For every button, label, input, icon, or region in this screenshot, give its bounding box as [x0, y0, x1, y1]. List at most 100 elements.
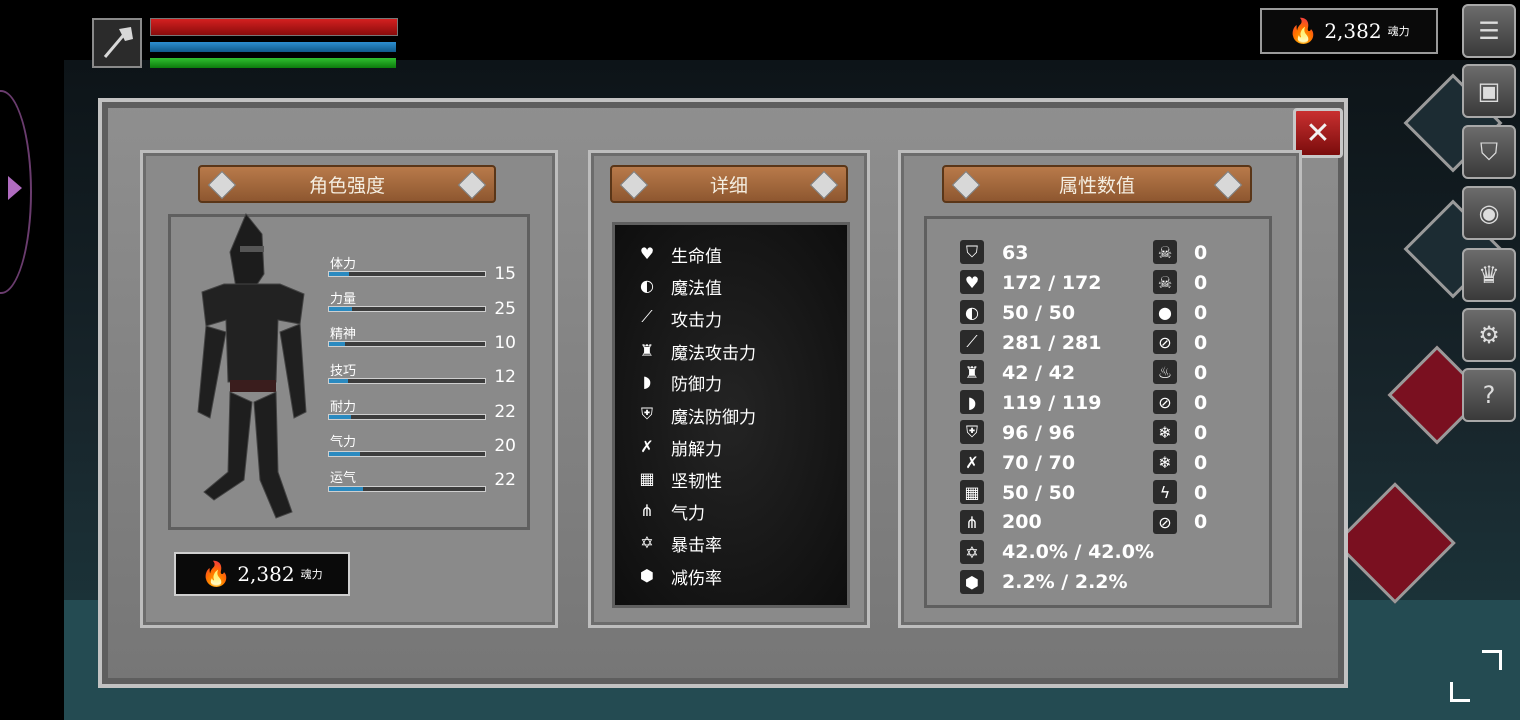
stat-bar-spirit [328, 341, 486, 347]
detail-label-toughness: 坚韧性 [671, 472, 722, 492]
help-icon: ? [1482, 381, 1496, 409]
res-value-bleed: 0 [1194, 302, 1208, 324]
detail-label-defense: 防御力 [671, 375, 722, 395]
res-value-poison-resist: 0 [1194, 272, 1208, 294]
attr-value-crit: 42.0% / 42.0% [1002, 541, 1154, 563]
heart-icon: ♥ [960, 270, 984, 294]
res-value-fire-resist: 0 [1194, 392, 1208, 414]
stat-value-endurance: 22 [494, 402, 516, 422]
detail-label-magic-attack: 魔法攻击力 [671, 344, 756, 364]
detail-label-mp: 魔法值 [671, 279, 722, 299]
panel-currency-value: 2,382 [237, 562, 295, 586]
crown-icon: ♛ [1478, 261, 1500, 289]
stat-bar-strength [328, 306, 486, 312]
lungs-icon: ⋔ [960, 510, 984, 534]
damage-reduction-icon: ⬢ [640, 565, 654, 585]
magic-castle-icon: ♜ [960, 360, 984, 384]
detail-label-break: 崩解力 [671, 440, 722, 460]
bleed-resist-icon: ⊘ [1153, 330, 1177, 354]
helm-icon: ▦ [639, 468, 655, 488]
attr-value-attack: 281 / 281 [1002, 332, 1102, 354]
crit-star-icon: ✡ [640, 532, 654, 552]
emblem-button[interactable]: ◉ [1462, 186, 1516, 240]
soul-currency-display: 🔥 2,382 魂力 [1260, 8, 1438, 54]
res-value-bleed-resist: 0 [1194, 332, 1208, 354]
crit-star-icon: ✡ [960, 540, 984, 564]
lungs-icon: ⋔ [640, 500, 654, 520]
stat-label-luck: 运气 [330, 471, 357, 486]
close-icon: ✕ [1305, 115, 1331, 151]
poison-skull-icon: ☠ [1153, 240, 1177, 264]
lightning-resist-icon: ⊘ [1153, 510, 1177, 534]
emblem-icon: ◉ [1478, 199, 1500, 227]
weapon-slot[interactable] [92, 18, 142, 68]
menu-button[interactable]: ☰ [1462, 4, 1516, 58]
attr-value-energy: 200 [1002, 511, 1042, 533]
ranking-button[interactable]: ♛ [1462, 248, 1516, 302]
corner-top-right-icon [1482, 650, 1502, 670]
character-icon: ▣ [1477, 77, 1501, 105]
armor-icon: ⛉ [960, 240, 984, 264]
panel-currency-unit: 魂力 [300, 568, 323, 581]
stat-value-skill: 12 [494, 367, 516, 387]
currency-value: 2,382 [1324, 19, 1382, 43]
flame-icon: 🔥 [1288, 17, 1319, 45]
attributes-title: 属性数值 [1058, 174, 1135, 197]
settings-button[interactable]: ⚙ [1462, 308, 1516, 362]
stat-label-skill: 技巧 [330, 364, 357, 379]
panel-soul-currency: 🔥 2,382 魂力 [174, 552, 350, 596]
stat-label-energy: 气力 [330, 435, 357, 450]
heart-icon: ♥ [639, 243, 655, 263]
attr-value-mp: 50 / 50 [1002, 302, 1076, 324]
stamina-bar [150, 58, 396, 68]
stat-value-strength: 25 [494, 299, 516, 319]
res-value-frost: 0 [1194, 422, 1208, 444]
strength-title: 角色强度 [308, 174, 385, 197]
help-button[interactable]: ? [1462, 368, 1516, 422]
attr-value-toughness: 50 / 50 [1002, 482, 1076, 504]
head-icon: ◐ [640, 275, 654, 295]
head-icon: ◐ [960, 300, 984, 324]
equipment-button[interactable]: ⛉ [1462, 125, 1516, 179]
axe-icon [103, 27, 133, 58]
detail-title: 详细 [709, 174, 748, 197]
res-value-poison: 0 [1194, 242, 1208, 264]
attr-value-hp: 172 / 172 [1002, 272, 1102, 294]
damage-reduction-icon: ⬢ [960, 570, 984, 594]
stat-label-spirit: 精神 [330, 327, 357, 342]
detail-label-reduction: 减伤率 [671, 569, 722, 589]
gem-icon [457, 170, 487, 200]
detail-label-hp: 生命值 [671, 247, 722, 267]
list-icon: ☰ [1478, 17, 1500, 45]
detail-title-plank: 详细 [610, 165, 848, 203]
fire-icon: ♨ [1153, 360, 1177, 384]
attr-value-magic-defense: 96 / 96 [1002, 422, 1076, 444]
magic-shield-icon: ⛨ [960, 420, 984, 444]
stat-bar-luck [328, 486, 486, 492]
frost-icon: ❄ [1153, 420, 1177, 444]
sword-icon: ⟋ [960, 330, 984, 354]
attr-value-defense: 119 / 119 [1002, 392, 1102, 414]
character-button[interactable]: ▣ [1462, 64, 1516, 118]
character-figure [197, 213, 307, 519]
sword-icon: ⟋ [641, 307, 653, 326]
res-value-frost-resist: 0 [1194, 452, 1208, 474]
stat-bar-skill [328, 378, 486, 384]
magic-castle-icon: ♜ [639, 340, 655, 360]
stat-bar-vitality [328, 271, 486, 277]
attributes-title-plank: 属性数值 [942, 165, 1252, 203]
helmet-icon: ⛉ [1480, 138, 1498, 166]
fire-resist-icon: ⊘ [1153, 390, 1177, 414]
stat-value-luck: 22 [494, 470, 516, 490]
gem-icon [809, 170, 839, 200]
gem-icon [619, 170, 649, 200]
gear-icon: ⚙ [1478, 321, 1500, 349]
currency-unit: 魂力 [1387, 25, 1410, 38]
health-bar [150, 18, 398, 36]
detail-label-attack: 攻击力 [671, 311, 722, 331]
shield-icon: ◗ [642, 371, 652, 391]
detail-label-crit: 暴击率 [671, 536, 722, 556]
gem-icon [207, 170, 237, 200]
magic-shield-icon: ⛨ [640, 404, 653, 423]
side-drawer-arrow-icon[interactable] [8, 176, 22, 200]
